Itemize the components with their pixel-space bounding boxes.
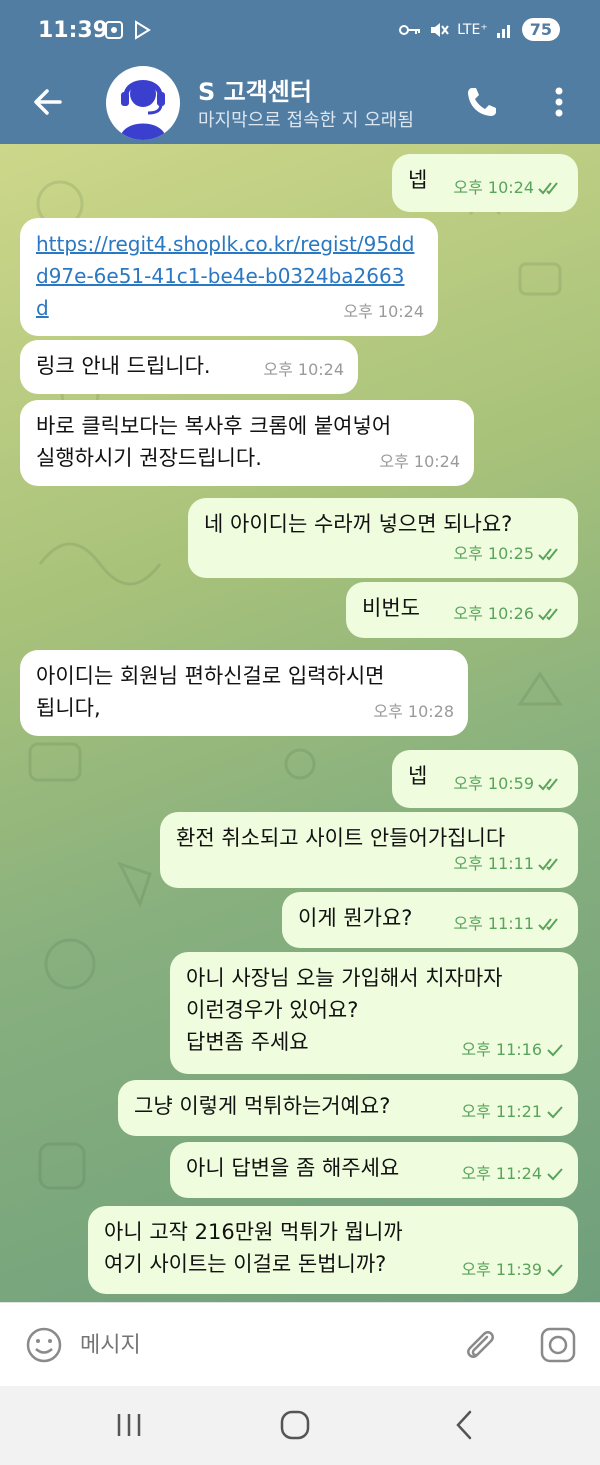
message-time: 오후 10:25 <box>453 544 534 563</box>
status-system-icons: LTE⁺ 75 <box>399 18 560 41</box>
message-incoming[interactable]: 링크 안내 드립니다. 오후 10:24 <box>20 340 358 394</box>
message-outgoing[interactable]: 환전 취소되고 사이트 안들어가집니다 오후 11:11 <box>160 812 578 888</box>
message-time: 오후 10:24 <box>343 302 424 321</box>
message-meta: 오후 10:28 <box>373 696 454 728</box>
message-outgoing[interactable]: 이게 뭔가요? 오후 11:11 <box>282 892 578 948</box>
home-icon[interactable] <box>278 1408 312 1442</box>
network-label: LTE⁺ <box>457 21 488 38</box>
message-time: 오후 10:26 <box>453 604 534 623</box>
message-outgoing[interactable]: 네 아이디는 수라꺼 넣으면 되나요? 오후 10:25 <box>188 498 578 578</box>
paperclip-icon[interactable] <box>460 1325 500 1365</box>
avatar[interactable] <box>106 66 180 140</box>
nav-back-icon[interactable] <box>448 1408 482 1442</box>
chat-title[interactable]: S 고객센터 <box>198 72 312 107</box>
message-time: 오후 11:39 <box>461 1260 542 1279</box>
status-notification-icons <box>104 20 152 40</box>
message-outgoing[interactable]: 넵 오후 10:59 <box>392 750 578 808</box>
recent-apps-icon[interactable] <box>112 1410 146 1440</box>
check-icon <box>547 1168 563 1181</box>
signal-icon <box>496 24 510 38</box>
message-time: 오후 10:28 <box>373 702 454 721</box>
message-outgoing[interactable]: 그냥 이렇게 먹튀하는거예요? 오후 11:21 <box>118 1080 578 1136</box>
message-time: 오후 11:11 <box>453 854 534 873</box>
message-list[interactable]: 넵 오후 10:24 https://regit4.shoplk.co.kr/r… <box>0 144 600 1302</box>
message-time: 오후 10:24 <box>453 178 534 197</box>
message-meta: 오후 11:11 <box>453 908 564 940</box>
message-time: 오후 11:21 <box>461 1102 542 1121</box>
message-time: 오후 10:24 <box>379 452 460 471</box>
system-navigation-bar <box>0 1386 600 1465</box>
message-text: 네 아이디는 수라꺼 넣으면 되나요? <box>204 512 513 536</box>
message-meta: 오후 10:24 <box>379 446 460 478</box>
double-check-icon <box>538 858 558 871</box>
message-composer <box>0 1302 600 1386</box>
message-outgoing[interactable]: 아니 사장님 오늘 가입해서 치자마자 이런경우가 있어요? 답변좀 주세요 오… <box>170 952 578 1074</box>
key-icon <box>399 24 421 35</box>
message-time: 오후 10:59 <box>453 774 534 793</box>
message-incoming[interactable]: https://regit4.shoplk.co.kr/regist/95ddd… <box>20 218 438 336</box>
message-meta: 오후 11:11 <box>453 848 564 880</box>
message-time: 오후 11:11 <box>453 914 534 933</box>
double-check-icon <box>538 608 558 621</box>
double-check-icon <box>538 778 558 791</box>
message-time: 오후 11:24 <box>461 1164 542 1183</box>
chat-header: S 고객센터 마지막으로 접속한 지 오래됨 <box>0 62 600 144</box>
message-meta: 오후 10:24 <box>263 354 344 386</box>
double-check-icon <box>538 918 558 931</box>
message-meta: 오후 11:21 <box>461 1096 564 1128</box>
message-time: 오후 10:24 <box>263 360 344 379</box>
message-meta: 오후 11:24 <box>461 1158 564 1190</box>
message-outgoing[interactable]: 넵 오후 10:24 <box>392 154 578 212</box>
more-vertical-icon[interactable] <box>544 82 574 122</box>
emoji-icon[interactable] <box>24 1325 64 1365</box>
message-outgoing[interactable]: 비번도 오후 10:26 <box>346 582 578 638</box>
status-bar: 11:39 LTE⁺ 75 <box>0 0 600 62</box>
message-meta: 오후 11:39 <box>461 1254 564 1286</box>
message-meta: 오후 10:25 <box>453 538 564 570</box>
support-agent-icon <box>120 80 166 140</box>
mute-icon <box>431 22 449 37</box>
message-meta: 오후 11:16 <box>461 1034 564 1066</box>
message-input[interactable] <box>80 1323 420 1367</box>
double-check-icon <box>538 548 558 561</box>
play-store-icon <box>135 20 151 40</box>
check-icon <box>547 1044 563 1057</box>
message-outgoing[interactable]: 아니 고작 216만원 먹튀가 뭡니까 여기 사이트는 이걸로 돈법니까? 오후… <box>88 1206 578 1294</box>
message-meta: 오후 10:24 <box>453 172 564 204</box>
message-incoming[interactable]: 아이디는 회원님 편하신걸로 입력하시면 됩니다, 오후 10:28 <box>20 650 468 736</box>
check-icon <box>547 1264 563 1277</box>
screen-record-icon <box>105 21 123 39</box>
message-incoming[interactable]: 바로 클릭보다는 복사후 크롬에 붙여넣어 실행하시기 권장드립니다. 오후 1… <box>20 400 474 486</box>
message-meta: 오후 10:24 <box>343 296 424 328</box>
phone-icon[interactable] <box>462 82 502 122</box>
message-meta: 오후 10:59 <box>453 768 564 800</box>
arrow-left-icon[interactable] <box>28 82 68 122</box>
double-check-icon <box>538 182 558 195</box>
message-meta: 오후 10:26 <box>453 598 564 630</box>
message-outgoing[interactable]: 아니 답변을 좀 해주세요 오후 11:24 <box>170 1142 578 1198</box>
status-time: 11:39 <box>38 18 109 43</box>
message-time: 오후 11:16 <box>461 1040 542 1059</box>
battery-level: 75 <box>521 18 560 41</box>
last-seen-status: 마지막으로 접속한 지 오래됨 <box>198 110 414 131</box>
camera-icon[interactable] <box>538 1325 578 1365</box>
check-icon <box>547 1106 563 1119</box>
